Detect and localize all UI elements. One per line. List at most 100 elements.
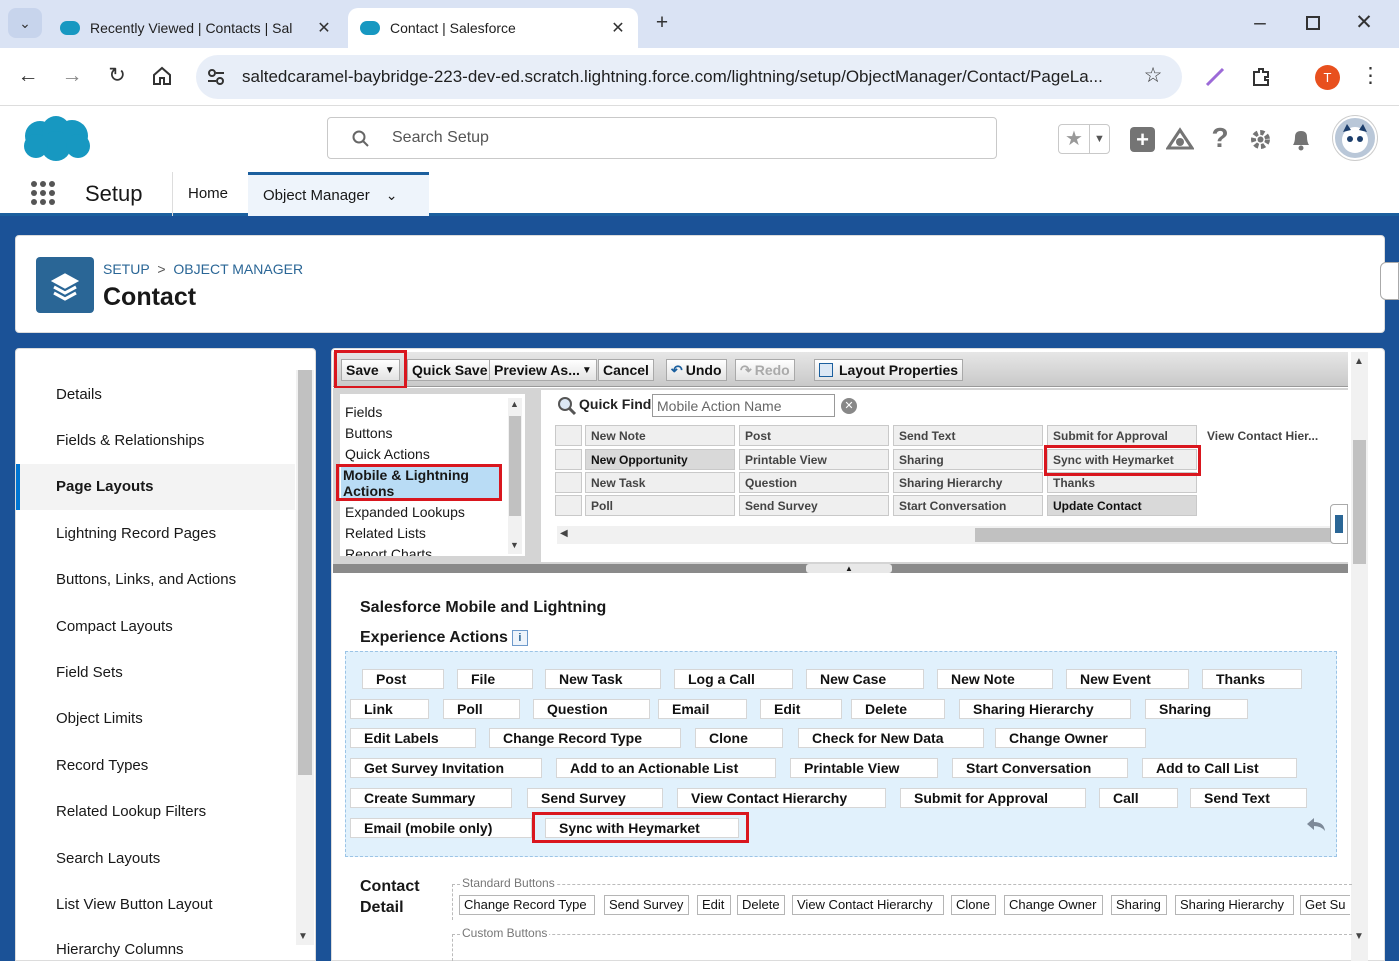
scroll-down-icon[interactable]: ▼ bbox=[298, 931, 308, 942]
close-tab-icon[interactable]: ✕ bbox=[316, 18, 332, 38]
mobile-action-clone[interactable]: Clone bbox=[695, 728, 783, 748]
mobile-action-add-to-call-list[interactable]: Add to Call List bbox=[1142, 758, 1297, 778]
palette-resize-handle[interactable]: ▲ bbox=[333, 564, 1348, 573]
sidebar-item-compact-layouts[interactable]: Compact Layouts bbox=[16, 603, 295, 649]
sidebar-item-hierarchy-columns[interactable]: Hierarchy Columns bbox=[16, 941, 295, 961]
mobile-action-file[interactable]: File bbox=[457, 669, 533, 689]
mobile-action-view-contact-hierarchy[interactable]: View Contact Hierarchy bbox=[677, 788, 886, 808]
mobile-action-printable-view[interactable]: Printable View bbox=[790, 758, 938, 778]
standard-button-change-record-type[interactable]: Change Record Type bbox=[459, 895, 595, 915]
scroll-down-icon[interactable]: ▼ bbox=[510, 540, 519, 550]
nav-tab-object-manager[interactable]: Object Manager ⌄ bbox=[248, 172, 429, 216]
sidebar-scrollbar[interactable] bbox=[296, 370, 314, 945]
notifications-bell-icon[interactable] bbox=[1288, 126, 1314, 152]
sidebar-item-field-sets[interactable]: Field Sets bbox=[16, 649, 295, 695]
profile-avatar[interactable]: T bbox=[1315, 65, 1340, 90]
palette-item-update-contact[interactable]: Update Contact bbox=[1047, 495, 1197, 516]
palette-hscroll[interactable] bbox=[557, 526, 1348, 544]
close-window-icon[interactable]: ✕ bbox=[1350, 9, 1378, 37]
palette-item-send-survey[interactable]: Send Survey bbox=[739, 495, 889, 516]
mobile-action-sharing[interactable]: Sharing bbox=[1145, 699, 1248, 719]
palette-item-sharing[interactable]: Sharing bbox=[893, 449, 1043, 470]
sidebar-item-lightning-record-pages[interactable]: Lightning Record Pages bbox=[16, 510, 295, 556]
bookmark-star-icon[interactable]: ☆ bbox=[1139, 62, 1167, 90]
mobile-action-thanks[interactable]: Thanks bbox=[1202, 669, 1302, 689]
browser-menu-icon[interactable]: ⋮ bbox=[1360, 62, 1381, 90]
extension-pen-icon[interactable] bbox=[1204, 66, 1226, 88]
standard-button-get-su[interactable]: Get Su bbox=[1300, 895, 1350, 915]
cancel-button[interactable]: Cancel bbox=[598, 359, 654, 381]
extensions-puzzle-icon[interactable] bbox=[1249, 65, 1273, 89]
forward-icon[interactable]: → bbox=[58, 62, 86, 90]
scroll-down-icon[interactable]: ▼ bbox=[1354, 931, 1364, 942]
mobile-action-email-mobile-only[interactable]: Email (mobile only) bbox=[350, 818, 532, 838]
help-icon[interactable]: ? bbox=[1208, 124, 1232, 152]
clear-search-icon[interactable]: ✕ bbox=[841, 398, 857, 414]
url-field[interactable]: saltedcaramel-baybridge-223-dev-ed.scrat… bbox=[196, 55, 1182, 99]
home-icon[interactable] bbox=[150, 64, 174, 88]
palette-category-expanded-lookups[interactable]: Expanded Lookups bbox=[345, 504, 465, 520]
browser-tab-recent-contacts[interactable]: Recently Viewed | Contacts | Sal ✕ bbox=[48, 8, 344, 48]
mobile-action-change-record-type[interactable]: Change Record Type bbox=[489, 728, 681, 748]
mobile-action-create-summary[interactable]: Create Summary bbox=[350, 788, 512, 808]
mobile-action-sharing-hierarchy[interactable]: Sharing Hierarchy bbox=[959, 699, 1131, 719]
mobile-action-link[interactable]: Link bbox=[350, 699, 429, 719]
salesforce-logo[interactable] bbox=[20, 114, 92, 164]
mobile-action-log-a-call[interactable]: Log a Call bbox=[674, 669, 793, 689]
standard-button-edit[interactable]: Edit bbox=[697, 895, 731, 915]
app-launcher-icon[interactable] bbox=[30, 180, 56, 206]
reload-icon[interactable]: ↻ bbox=[103, 62, 131, 90]
mobile-action-post[interactable]: Post bbox=[362, 669, 444, 689]
breadcrumb-setup[interactable]: SETUP bbox=[103, 261, 149, 277]
palette-item-printable-view[interactable]: Printable View bbox=[739, 449, 889, 470]
quick-save-button[interactable]: Quick Save bbox=[407, 359, 493, 381]
global-actions-icon[interactable]: + bbox=[1130, 127, 1155, 152]
standard-button-send-survey[interactable]: Send Survey bbox=[604, 895, 689, 915]
palette-category-fields[interactable]: Fields bbox=[345, 404, 382, 420]
palette-item-new-note[interactable]: New Note bbox=[585, 425, 735, 446]
trailhead-icon[interactable] bbox=[1166, 126, 1194, 152]
chevron-down-icon[interactable]: ⌄ bbox=[386, 187, 398, 204]
sidebar-item-buttons-links-and-actions[interactable]: Buttons, Links, and Actions bbox=[16, 557, 295, 603]
site-settings-icon[interactable] bbox=[206, 67, 226, 87]
palette-item-new-opportunity[interactable]: New Opportunity bbox=[585, 449, 735, 470]
sidebar-item-record-types[interactable]: Record Types bbox=[16, 742, 295, 788]
hscroll-thumb[interactable] bbox=[975, 528, 1348, 542]
mobile-action-new-case[interactable]: New Case bbox=[806, 669, 924, 689]
sidebar-item-list-view-button-layout[interactable]: List View Button Layout bbox=[16, 881, 295, 927]
breadcrumb-object-manager[interactable]: OBJECT MANAGER bbox=[173, 261, 303, 277]
mobile-action-question[interactable]: Question bbox=[533, 699, 650, 719]
mobile-action-send-survey[interactable]: Send Survey bbox=[527, 788, 663, 808]
category-scroll-thumb[interactable] bbox=[509, 416, 521, 516]
close-tab-icon[interactable]: ✕ bbox=[610, 18, 626, 38]
undo-button[interactable]: ↶ Undo bbox=[666, 359, 727, 381]
mobile-action-start-conversation[interactable]: Start Conversation bbox=[952, 758, 1128, 778]
palette-item-send-text[interactable]: Send Text bbox=[893, 425, 1043, 446]
mobile-action-poll[interactable]: Poll bbox=[443, 699, 520, 719]
mobile-action-new-task[interactable]: New Task bbox=[545, 669, 661, 689]
palette-category-related-lists[interactable]: Related Lists bbox=[345, 525, 426, 541]
mobile-action-change-owner[interactable]: Change Owner bbox=[995, 728, 1146, 748]
standard-button-view-contact-hierarchy[interactable]: View Contact Hierarchy bbox=[792, 895, 944, 915]
tab-search-button[interactable]: ⌄ bbox=[8, 8, 42, 38]
sidebar-item-details[interactable]: Details bbox=[16, 371, 295, 417]
revert-arrow-icon[interactable] bbox=[1304, 815, 1328, 835]
mobile-action-email[interactable]: Email bbox=[658, 699, 747, 719]
palette-item-post[interactable]: Post bbox=[739, 425, 889, 446]
palette-category-quick-actions[interactable]: Quick Actions bbox=[345, 446, 430, 462]
mobile-action-new-note[interactable]: New Note bbox=[937, 669, 1053, 689]
mobile-action-call[interactable]: Call bbox=[1099, 788, 1178, 808]
scroll-up-icon[interactable]: ▲ bbox=[510, 399, 519, 409]
palette-item-question[interactable]: Question bbox=[739, 472, 889, 493]
mobile-action-edit-labels[interactable]: Edit Labels bbox=[350, 728, 476, 748]
mobile-action-submit-for-approval[interactable]: Submit for Approval bbox=[900, 788, 1086, 808]
side-panel-toggle[interactable] bbox=[1380, 262, 1399, 300]
sidebar-item-object-limits[interactable]: Object Limits bbox=[16, 696, 295, 742]
palette-vscroll[interactable] bbox=[1351, 352, 1368, 961]
palette-category-report-charts[interactable]: Report Charts bbox=[345, 546, 432, 556]
palette-item-view-contact-hier[interactable]: View Contact Hier... bbox=[1201, 425, 1351, 446]
sidebar-item-search-layouts[interactable]: Search Layouts bbox=[16, 835, 295, 881]
standard-button-sharing[interactable]: Sharing bbox=[1111, 895, 1167, 915]
mobile-action-new-event[interactable]: New Event bbox=[1066, 669, 1189, 689]
mobile-action-edit[interactable]: Edit bbox=[760, 699, 842, 719]
